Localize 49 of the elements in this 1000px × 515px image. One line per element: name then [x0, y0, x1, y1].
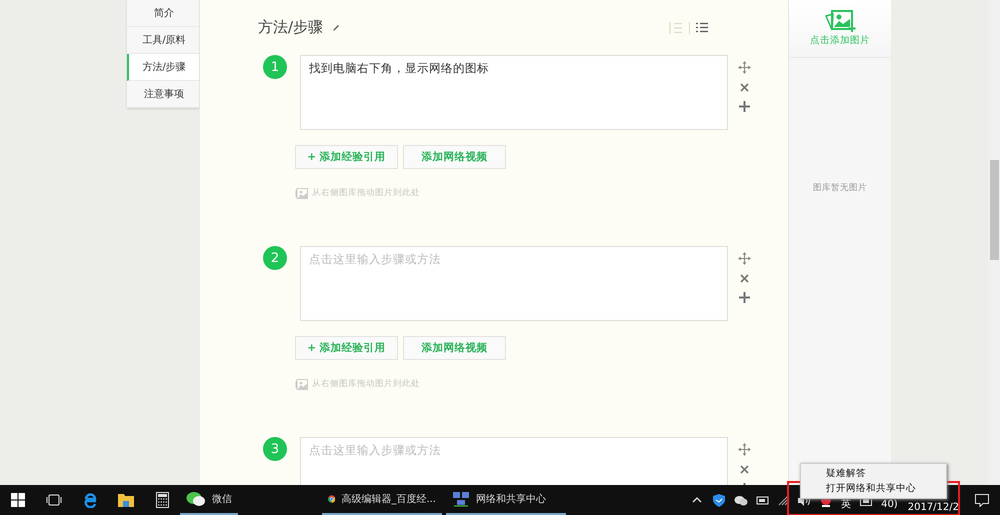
step-number: 3	[263, 437, 287, 461]
chat-bubbles-icon	[186, 491, 206, 507]
empty-gallery-text: 图库暂无图片	[813, 182, 867, 194]
taskbar-app[interactable]: 高级编辑器_百度经...	[322, 485, 442, 515]
drop-hint: 从右侧图库拖动图片到此处	[312, 378, 420, 390]
section-title: 方法/步骤	[258, 18, 324, 37]
pencil-icon[interactable]	[332, 24, 340, 32]
clock-text: 40)	[881, 498, 898, 510]
browser-e-icon[interactable]	[82, 492, 98, 508]
plus-icon[interactable]	[739, 101, 750, 112]
taskbar-app[interactable]: 网络和共享中心	[446, 485, 566, 515]
windows-logo-icon[interactable]	[11, 493, 25, 507]
nav-tab[interactable]: 简介	[127, 0, 199, 27]
task-view-icon[interactable]	[46, 494, 62, 506]
list-icon[interactable]	[696, 22, 708, 33]
shield-icon[interactable]	[713, 494, 726, 506]
close-icon[interactable]	[740, 274, 749, 283]
taskbar-app[interactable]: 微信	[180, 485, 238, 515]
image-icon	[295, 378, 308, 390]
calculator-icon[interactable]	[156, 492, 168, 508]
chat-bubbles-icon[interactable]	[734, 494, 748, 506]
battery-icon[interactable]	[756, 495, 770, 505]
nav-tab[interactable]: 工具/原料	[127, 27, 199, 54]
step-number: 2	[263, 246, 287, 270]
folder-icon[interactable]	[118, 493, 134, 507]
nav-tab[interactable]: 注意事项	[127, 81, 199, 108]
add-image-icon	[824, 10, 856, 32]
step-input[interactable]: 点击这里输入步骤或方法	[300, 246, 728, 321]
step-number: 1	[263, 55, 287, 79]
chevron-up-icon[interactable]	[692, 497, 702, 503]
move-icon[interactable]	[738, 252, 751, 265]
step-input[interactable]: 找到电脑右下角，显示网络的图标	[300, 55, 728, 130]
nav-tab[interactable]: 方法/步骤	[127, 54, 199, 81]
menu-item[interactable]: 疑难解答	[801, 466, 946, 481]
close-icon[interactable]	[740, 83, 749, 92]
menu-item[interactable]: 打开网络和共享中心	[801, 481, 946, 496]
move-icon[interactable]	[738, 61, 751, 74]
network-icon[interactable]	[778, 494, 790, 506]
move-icon[interactable]	[738, 443, 751, 456]
plus-icon[interactable]	[739, 292, 750, 303]
image-icon	[295, 188, 308, 198]
scrollbar[interactable]	[988, 0, 1000, 485]
input-method-indicator[interactable]: 英	[841, 497, 852, 511]
notification-icon[interactable]	[975, 494, 989, 506]
close-icon[interactable]	[740, 465, 749, 474]
date-text[interactable]: 2017/12/2	[908, 502, 959, 512]
step-input[interactable]: 点击这里输入步骤或方法	[300, 437, 728, 485]
network-computers-icon	[452, 491, 470, 507]
drop-hint: 从右侧图库拖动图片到此处	[312, 187, 420, 199]
